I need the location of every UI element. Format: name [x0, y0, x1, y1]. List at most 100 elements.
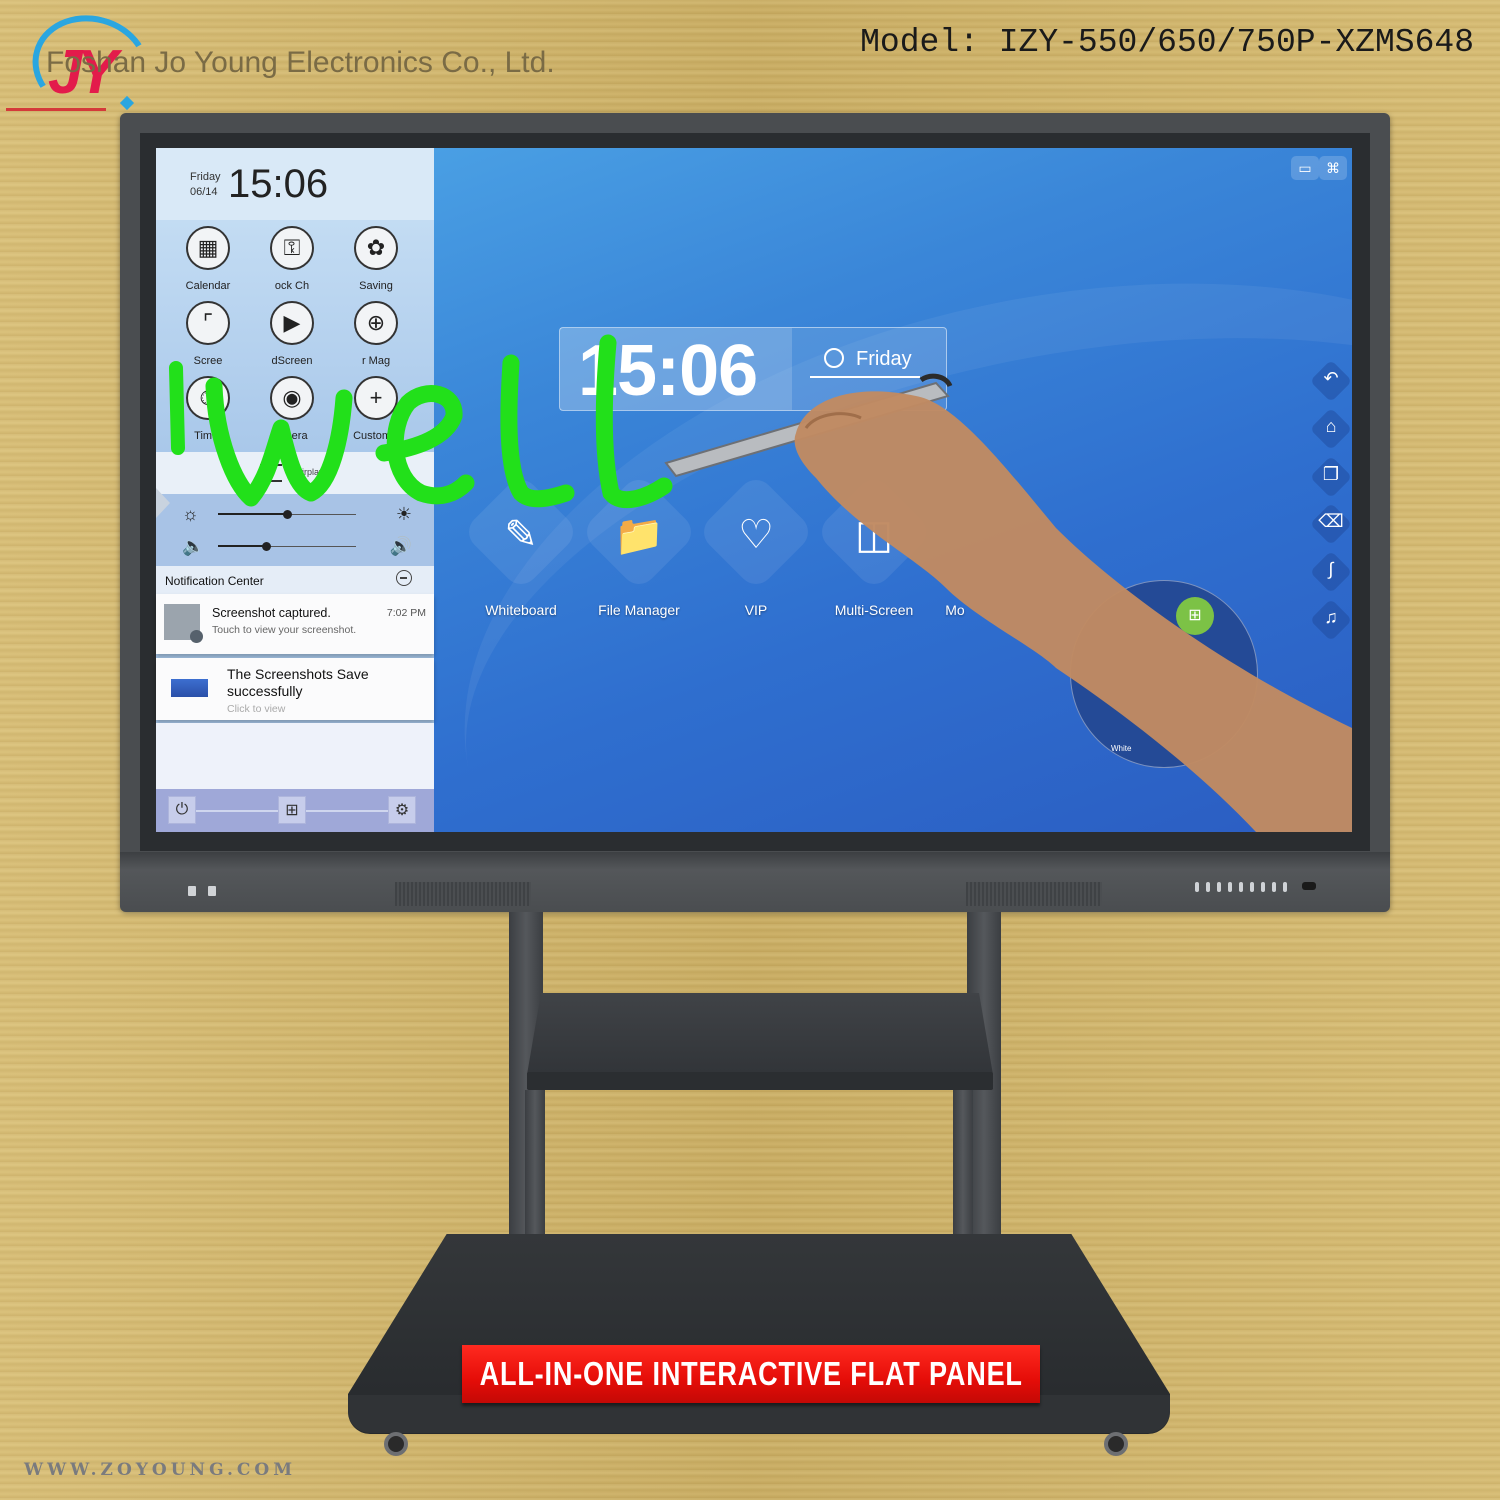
hardware-button[interactable]	[1283, 882, 1287, 892]
wifi-icon[interactable]: ⌘	[1319, 156, 1347, 180]
screenshot-thumbnail	[171, 679, 208, 697]
clock-widget-underline	[810, 376, 920, 378]
airplay-button[interactable]: Airplay	[156, 452, 434, 494]
app-label: Whiteboard	[485, 602, 557, 618]
tile-saving[interactable]: ✿ Saving	[334, 226, 418, 292]
app-label: Mo	[945, 602, 965, 618]
unlock-icon: ⚿	[270, 226, 314, 270]
timer-icon	[824, 348, 844, 368]
app-file-manager[interactable]: 📁 File Manager	[579, 472, 699, 618]
volume-knob[interactable]	[262, 542, 272, 551]
speaker-grille-left	[395, 882, 531, 906]
volume-track[interactable]	[218, 542, 356, 551]
front-port[interactable]	[208, 886, 216, 896]
notification-title: The Screenshots Save successfully	[227, 666, 369, 699]
brightness-track[interactable]	[218, 510, 356, 519]
back-button[interactable]: ↶	[1309, 359, 1353, 403]
floating-menu[interactable]	[1070, 580, 1258, 768]
power-button[interactable]: ⏻	[168, 796, 196, 824]
tile-calendar[interactable]: ▦ Calendar	[166, 226, 250, 292]
leaf-icon: ✿	[354, 226, 398, 270]
hardware-button[interactable]	[1217, 882, 1221, 892]
caster-wheel	[384, 1432, 408, 1456]
crop-icon: ⌜	[186, 301, 230, 345]
tile-screenshot[interactable]: ⌜ Scree	[166, 301, 250, 367]
tile-label: Saving	[359, 280, 393, 292]
panel-clock: 15:06	[228, 162, 329, 206]
video-camera-icon: ▶	[270, 301, 314, 345]
front-control-buttons	[1195, 882, 1287, 892]
brightness-low-icon: ☼	[182, 504, 199, 524]
hardware-button[interactable]	[1195, 882, 1199, 892]
settings-button[interactable]: ⚙	[388, 796, 416, 824]
hardware-button[interactable]	[1250, 882, 1254, 892]
plus-icon: +	[354, 376, 398, 420]
power-icon: ⏻	[175, 801, 189, 818]
screen-share-icon[interactable]: ▭	[1291, 156, 1319, 180]
clear-notifications-icon[interactable]	[396, 570, 412, 586]
ir-receiver	[1302, 882, 1316, 890]
home-icon: ⌂	[1325, 416, 1337, 436]
brightness-slider[interactable]: ☼ ☀	[182, 504, 412, 524]
brightness-knob[interactable]	[283, 510, 292, 519]
tile-timer[interactable]: ⏱ Timer	[166, 376, 250, 442]
tile-label: ock Ch	[274, 280, 310, 292]
tile-label: amera	[276, 430, 308, 442]
folder-icon: 📁	[614, 514, 664, 558]
quick-tiles: ▦ Calendar ⚿ ock Ch ✿ Saving ⌜ Scree ▶ dScree…	[156, 220, 434, 452]
tile-label: Timer	[194, 430, 222, 442]
tile-label: r Mag	[361, 355, 391, 367]
hardware-button[interactable]	[1272, 882, 1276, 892]
app-label: File Manager	[598, 602, 680, 618]
hardware-button[interactable]	[1239, 882, 1243, 892]
brightness-high-icon: ☀	[395, 504, 412, 524]
volume-low-icon: 🔈	[182, 536, 205, 556]
tile-camera[interactable]: ◉ amera	[250, 376, 334, 442]
camera-icon: ◉	[270, 376, 314, 420]
hardware-button[interactable]	[1206, 882, 1210, 892]
app-vip[interactable]: ♡ VIP	[696, 472, 816, 618]
app-whiteboard[interactable]: ✎ Whiteboard	[461, 472, 581, 618]
recent-apps-button[interactable]: ❐	[1309, 455, 1353, 499]
hardware-button[interactable]	[1261, 882, 1265, 892]
tile-lock[interactable]: ⚿ ock Ch	[250, 226, 334, 292]
windows-button[interactable]: ⊞	[278, 796, 306, 824]
front-buttons	[188, 886, 216, 896]
notification-item[interactable]: The Screenshots Save successfully Click …	[156, 658, 434, 720]
windows-app-icon[interactable]: ⊞	[1176, 597, 1214, 635]
panel-date-num: 06/14	[190, 186, 218, 198]
clock-widget[interactable]: 15:06 Friday	[559, 327, 947, 411]
company-name: Foshan Jo Young Electronics Co., Ltd.	[46, 46, 555, 79]
eraser-button[interactable]: ⌫	[1309, 502, 1353, 546]
diamond-icon: ♡	[738, 513, 774, 557]
front-port[interactable]	[188, 886, 196, 896]
home-button[interactable]: ⌂	[1309, 407, 1353, 451]
model-label: Model: IZY-550/650/750P-XZMS648	[860, 24, 1474, 61]
volume-high-icon: 🔊	[389, 536, 412, 556]
tile-customize[interactable]: + Customiz	[334, 376, 418, 442]
tile-label: Calendar	[185, 280, 231, 292]
settings-gear-icon: ⚙	[394, 802, 410, 819]
stand-shelf-edge	[527, 1072, 993, 1090]
control-panel: Friday 06/14 15:06 ▦ Calendar ⚿ ock Ch ✿ Sa…	[156, 148, 434, 832]
tile-magnifier[interactable]: ⊕ r Mag	[334, 301, 418, 367]
whiteboard-icon: ✎	[504, 513, 538, 557]
volume-slider[interactable]: 🔈 🔊	[182, 536, 412, 556]
brightness-fill	[218, 513, 287, 515]
airplay-label: Airplay	[296, 467, 324, 477]
notification-item[interactable]: Screenshot captured. Touch to view your …	[156, 594, 434, 654]
notification-button[interactable]: ♫	[1309, 598, 1353, 642]
windows-icon: ⊞	[285, 802, 299, 819]
notification-time: 7:02 PM	[386, 607, 426, 619]
eraser-icon: ⌫	[1318, 511, 1344, 531]
tile-record-screen[interactable]: ▶ dScreen	[250, 301, 334, 367]
app-more[interactable]: Mo	[915, 490, 995, 618]
back-icon: ↶	[1323, 368, 1339, 388]
annotation-button[interactable]: ∫	[1309, 550, 1353, 594]
panel-dock: ⏻ ⊞ ⚙	[156, 789, 434, 832]
website-url[interactable]: WWW.ZOYOUNG.COM	[24, 1460, 296, 1480]
notification-subtitle: Touch to view your screenshot.	[212, 624, 357, 636]
hardware-button[interactable]	[1228, 882, 1232, 892]
product-banner-text: ALL-IN-ONE INTERACTIVE FLAT PANEL	[479, 1355, 1023, 1392]
tile-label: Customiz	[353, 430, 399, 442]
